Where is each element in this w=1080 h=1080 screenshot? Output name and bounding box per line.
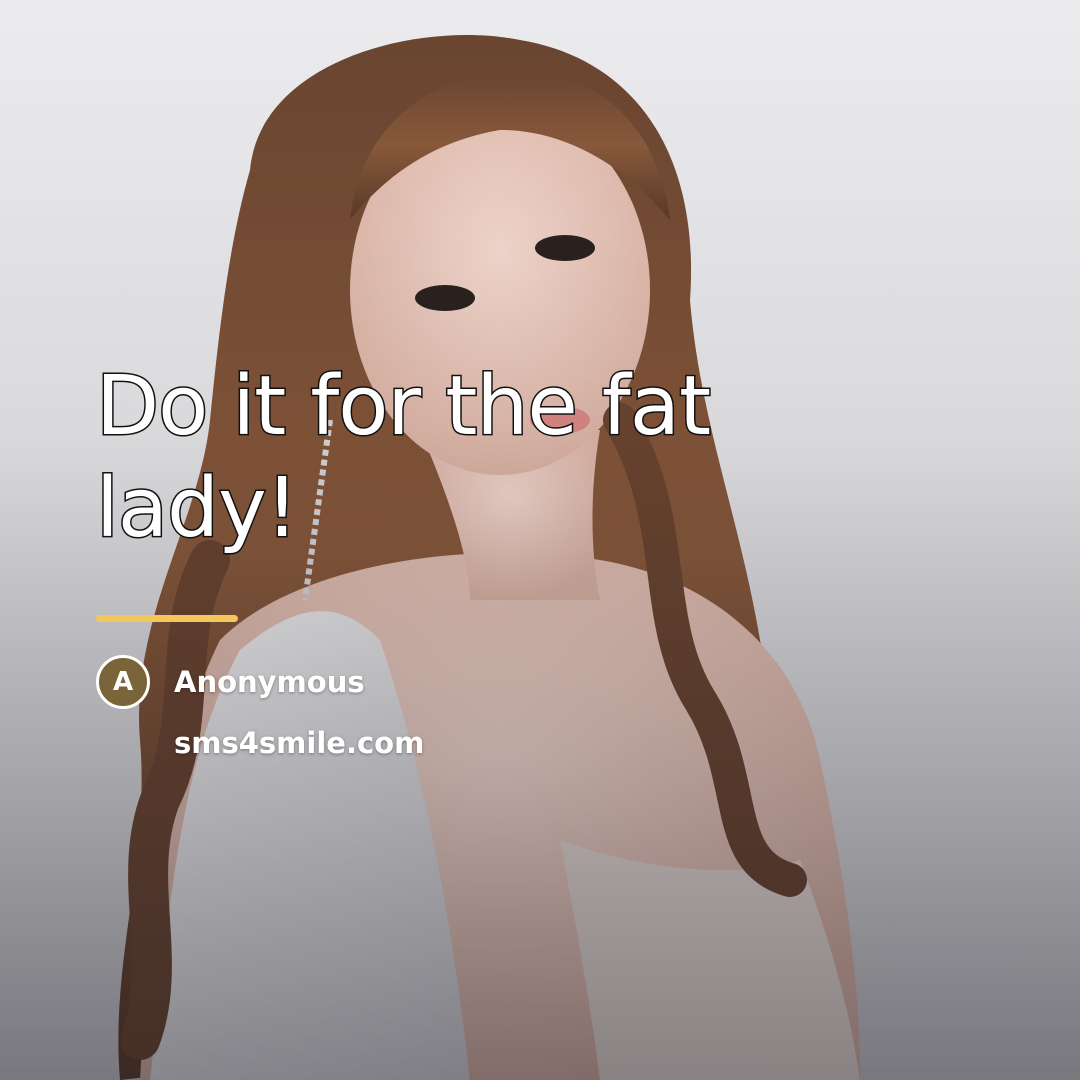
accent-underline (96, 615, 238, 622)
author-row: A Anonymous (96, 652, 365, 712)
quote-card: Do it for the fat lady! A Anonymous sms4… (0, 0, 1080, 1080)
quote-text: Do it for the fat lady! (95, 358, 713, 558)
site-domain: sms4smile.com (174, 726, 425, 760)
author-name: Anonymous (174, 665, 365, 699)
author-avatar: A (96, 655, 150, 709)
